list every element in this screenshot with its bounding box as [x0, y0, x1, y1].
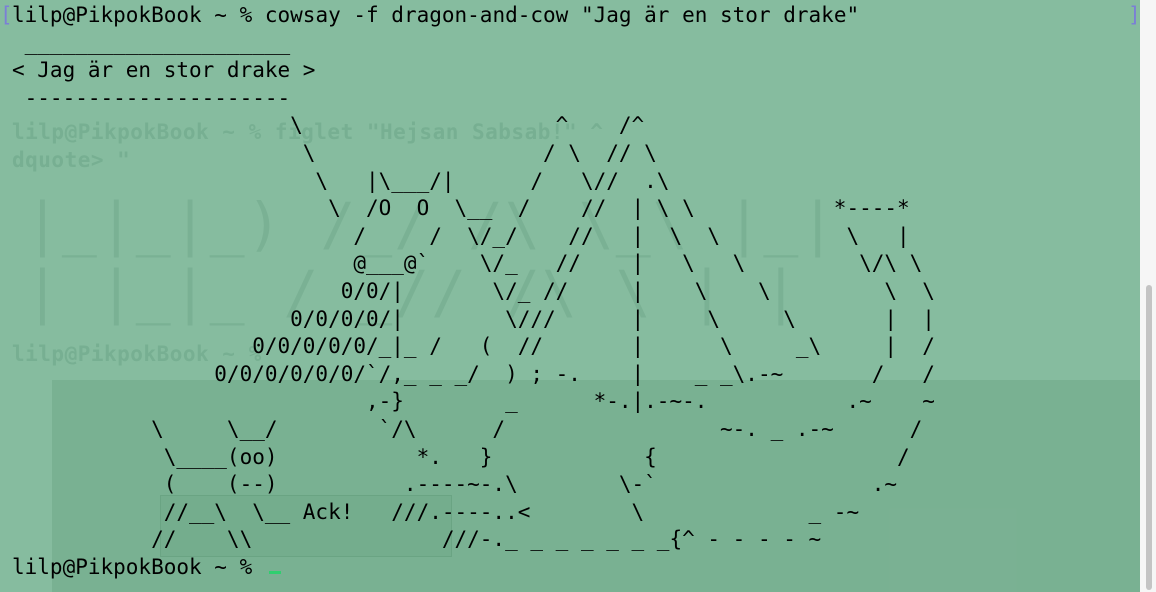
command-text: cowsay -f dragon-and-cow "Jag är en stor… [264, 3, 860, 27]
prompt: lilp@PikpokBook ~ % [12, 3, 265, 27]
scrollbar-thumb[interactable] [1146, 285, 1152, 590]
prompt-mark-right: ] [1128, 3, 1141, 27]
terminal-output[interactable]: lilp@PikpokBook ~ % cowsay -f dragon-and… [12, 2, 935, 581]
final-prompt: lilp@PikpokBook ~ % [12, 554, 265, 579]
cursor [268, 570, 281, 574]
prompt-mark-left: [ [0, 3, 13, 27]
cowsay-output: _____________________ < Jag är en stor d… [12, 30, 935, 552]
